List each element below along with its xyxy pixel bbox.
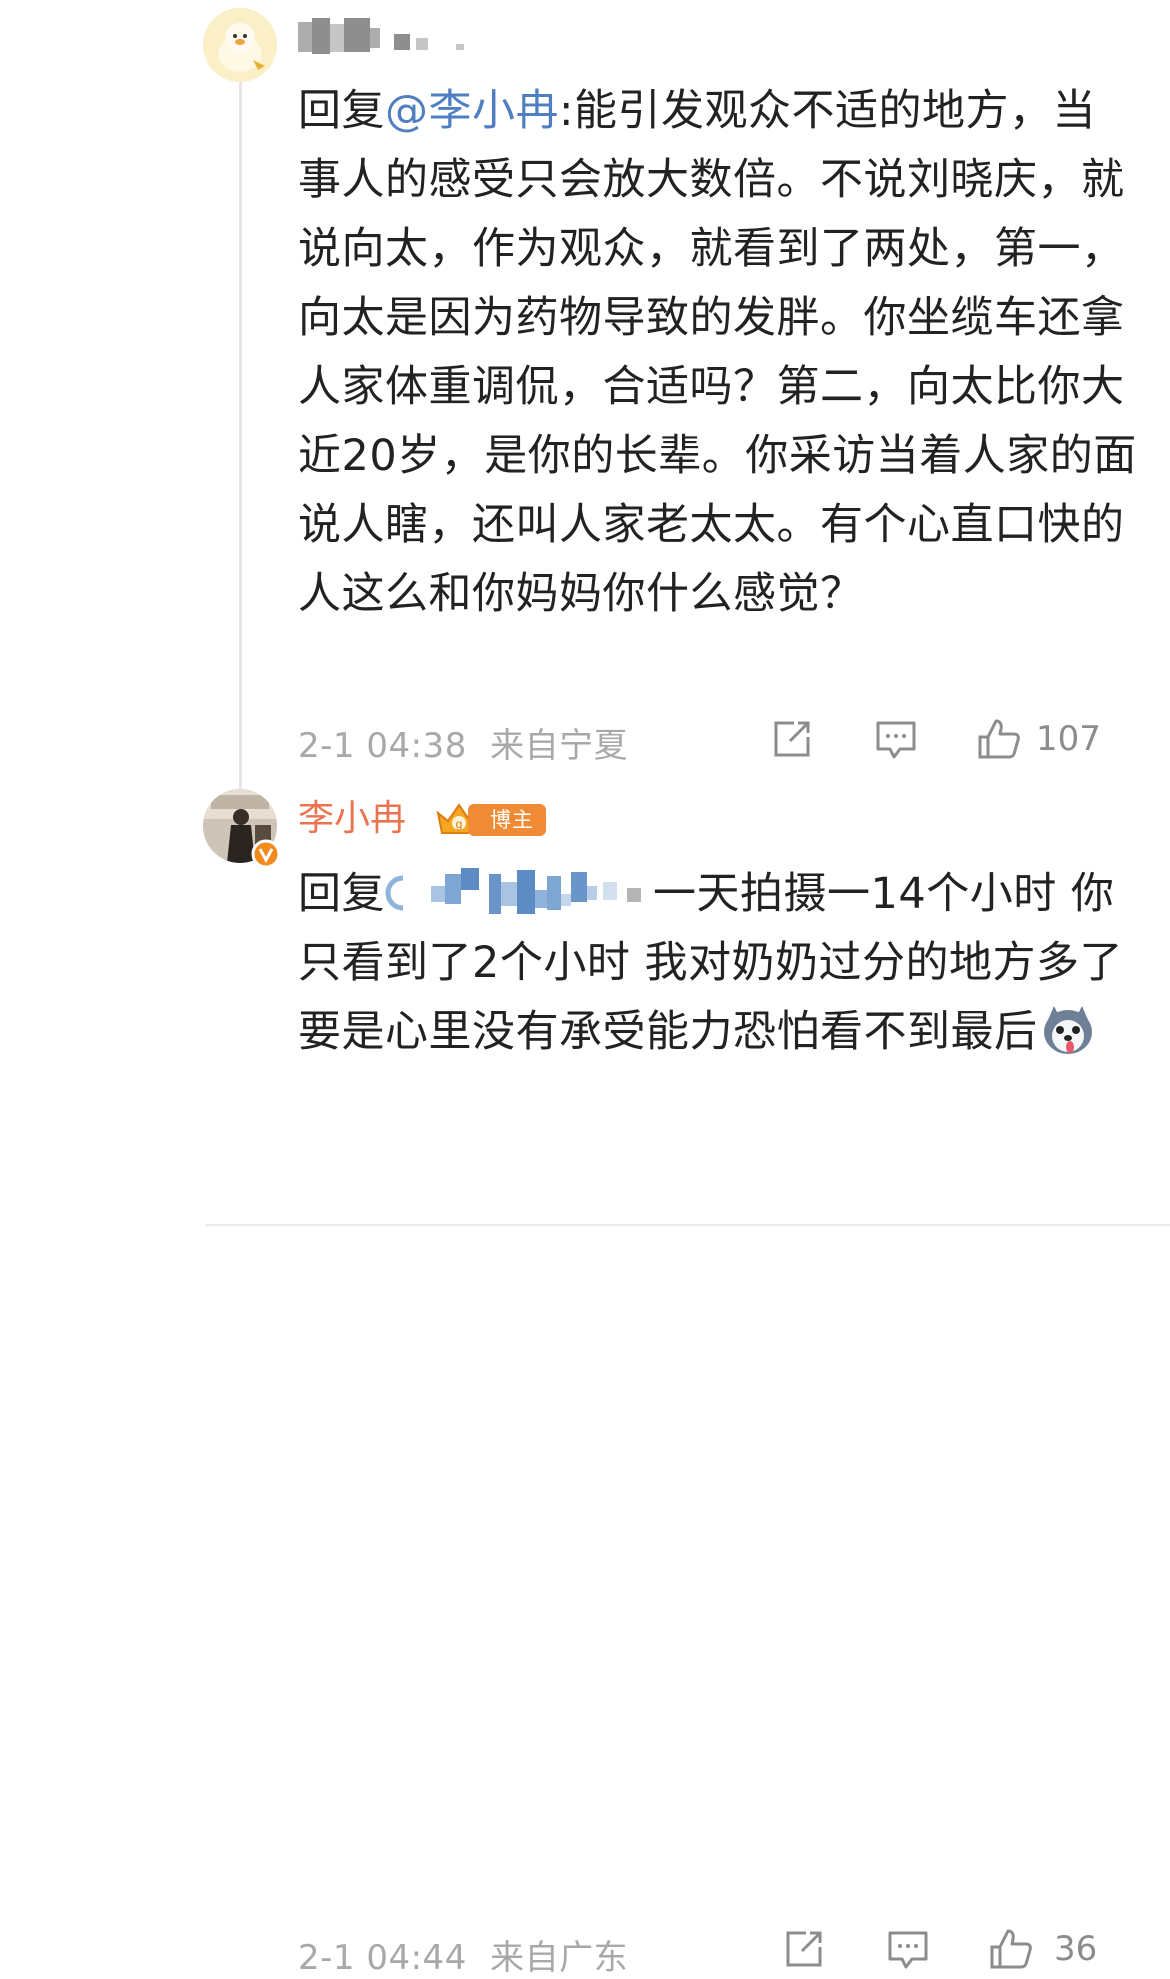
blurred-username[interactable] [298, 16, 478, 58]
like-icon[interactable] [988, 1927, 1034, 1971]
author-badge: g 博主 [434, 801, 546, 837]
badge-label: 博主 [468, 804, 546, 836]
blur-mosaic-icon [385, 868, 641, 914]
comment-body: :能引发观众不适的地方，当事人的感受只会放大数倍。不说刘晓庆，就说向太，作为观众… [298, 86, 1137, 619]
duck-avatar-icon [203, 8, 277, 82]
divider [205, 1224, 1170, 1226]
comment-time: 2-1 04:38 [298, 726, 467, 766]
comment-text: 回复 一天拍摄一14个小时 你只看到了2个小时 我对奶奶过分的地方多了 要是心里… [298, 860, 1138, 1067]
like-count: 107 [1036, 719, 1101, 759]
reply-prefix: 回复 [298, 86, 385, 136]
comment-text: 回复@李小冉:能引发观众不适的地方，当事人的感受只会放大数倍。不说刘晓庆，就说向… [298, 77, 1138, 629]
comment-actions: 36 [770, 1925, 1170, 1975]
comment-meta: 2-1 04:44 来自广东 [298, 1930, 628, 1979]
blurred-mention[interactable] [385, 866, 653, 920]
comment-meta: 2-1 04:38 来自宁夏 [298, 718, 628, 767]
verified-v-icon [251, 839, 281, 869]
husky-emoji-icon [1043, 1006, 1092, 1054]
reply-prefix: 回复 [298, 869, 385, 919]
comment-actions: 107 [770, 715, 1170, 765]
avatar[interactable] [203, 8, 277, 82]
thread-line [239, 78, 242, 790]
comment-location: 来自广东 [490, 1938, 629, 1978]
comment-icon[interactable] [886, 1927, 930, 1971]
like-count: 36 [1054, 1929, 1098, 1969]
share-icon[interactable] [782, 1927, 826, 1971]
comment-location: 来自宁夏 [490, 726, 629, 766]
comment-time: 2-1 04:44 [298, 1938, 467, 1978]
share-icon[interactable] [770, 717, 814, 761]
like-icon[interactable] [976, 717, 1022, 761]
username[interactable]: 李小冉 [298, 797, 406, 841]
svg-text:g: g [456, 817, 463, 831]
mention-link[interactable]: @李小冉 [385, 86, 559, 136]
comment-icon[interactable] [874, 717, 918, 761]
